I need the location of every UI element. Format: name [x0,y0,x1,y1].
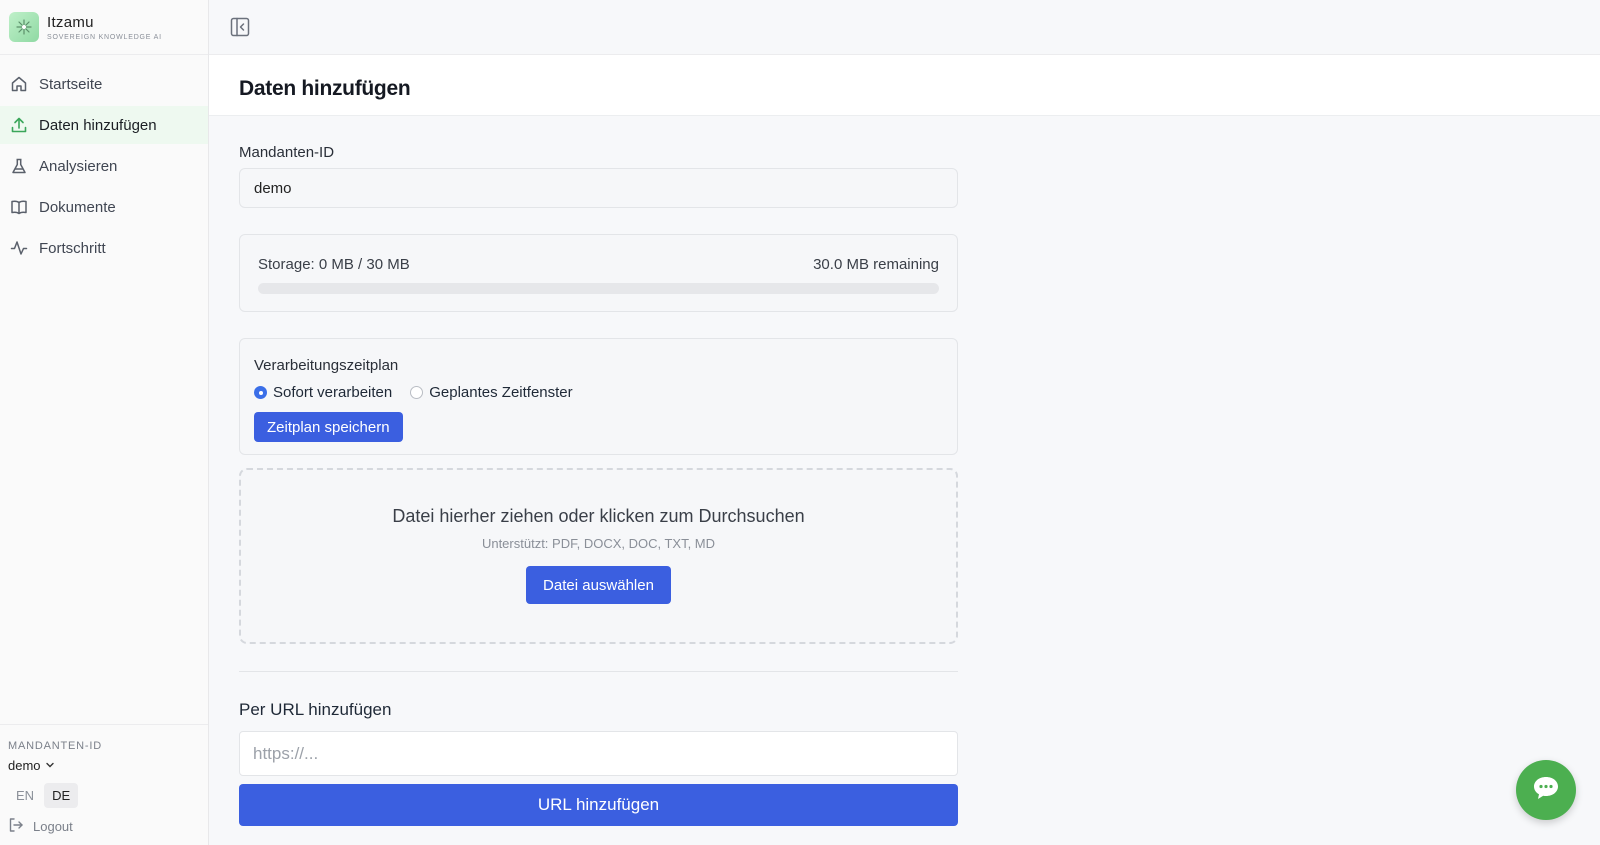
schedule-radio-group: Sofort verarbeiten Geplantes Zeitfenster [254,384,573,401]
sidebar-item-label: Analysieren [39,157,118,175]
sidebar: Itzamu SOVEREIGN KNOWLEDGE AI Startseite… [0,0,209,845]
radio-scheduled-label: Geplantes Zeitfenster [429,384,573,401]
radio-scheduled-indicator[interactable] [410,386,424,399]
sidebar-footer: MANDANTEN-ID demo EN DE Logout [0,724,208,845]
schedule-card: Verarbeitungszeitplan Sofort verarbeiten… [239,338,958,455]
radio-immediate-label: Sofort verarbeiten [273,384,393,401]
sidebar-item-analysieren[interactable]: Analysieren [0,147,208,185]
tenant-select[interactable]: demo [8,758,200,773]
file-dropzone[interactable]: Datei hierher ziehen oder klicken zum Du… [239,468,958,644]
sidebar-item-dokumente[interactable]: Dokumente [0,188,208,226]
chevron-down-icon [45,758,55,773]
sidebar-item-label: Fortschritt [39,239,106,257]
activity-icon [10,239,28,257]
add-url-button[interactable]: URL hinzufügen [239,784,958,826]
sidebar-toggle-icon[interactable] [229,16,251,38]
brand[interactable]: Itzamu SOVEREIGN KNOWLEDGE AI [0,0,208,55]
page-title: Daten hinzufügen [239,77,411,100]
logout-label: Logout [33,819,73,834]
tenant-label: MANDANTEN-ID [8,740,102,752]
sidebar-item-fortschritt[interactable]: Fortschritt [0,229,208,267]
dropzone-title: Datei hierher ziehen oder klicken zum Du… [392,506,805,526]
logo-icon [9,12,39,42]
save-schedule-button[interactable]: Zeitplan speichern [254,412,403,442]
sidebar-item-daten-hinzufuegen[interactable]: Daten hinzufügen [0,106,208,144]
logout-button[interactable]: Logout [8,817,200,836]
dropzone-supported-formats: Unterstützt: PDF, DOCX, DOC, TXT, MD [481,536,716,551]
brand-name: Itzamu [47,13,94,31]
sidebar-item-label: Dokumente [39,198,116,216]
radio-scheduled[interactable]: Geplantes Zeitfenster [410,384,573,401]
schedule-title: Verarbeitungszeitplan [254,357,399,374]
storage-used-text: Storage: 0 MB / 30 MB [258,256,410,273]
tenant-select-value: demo [8,758,41,773]
storage-progress-bar [258,283,939,294]
language-en-button[interactable]: EN [8,783,42,808]
radio-immediate-indicator[interactable] [254,386,267,399]
tenant-id-input[interactable] [239,168,958,208]
language-switch: EN DE [8,783,200,808]
logout-icon [8,817,24,836]
choose-file-button[interactable]: Datei auswählen [526,566,671,604]
topbar [209,0,1600,55]
chat-bubble-icon [1532,775,1560,806]
sidebar-nav: Startseite Daten hinzufügen Analysieren … [0,65,208,267]
storage-remaining-text: 30.0 MB remaining [813,256,939,273]
sidebar-item-startseite[interactable]: Startseite [0,65,208,103]
upload-icon [10,116,28,134]
section-divider [239,671,958,672]
sidebar-item-label: Startseite [39,75,103,93]
flask-icon [10,157,28,175]
book-icon [10,198,28,216]
url-section-label: Per URL hinzufügen [239,700,392,719]
page-header: Daten hinzufügen [209,55,1600,116]
tenant-id-label: Mandanten-ID [239,144,335,161]
radio-immediate[interactable]: Sofort verarbeiten [254,384,392,401]
chat-button[interactable] [1516,760,1576,820]
sidebar-item-label: Daten hinzufügen [39,116,157,134]
brand-tagline: SOVEREIGN KNOWLEDGE AI [47,33,162,41]
language-de-button[interactable]: DE [44,783,79,808]
home-icon [10,75,28,93]
storage-card: Storage: 0 MB / 30 MB 30.0 MB remaining [239,234,958,312]
url-input[interactable] [239,731,958,776]
